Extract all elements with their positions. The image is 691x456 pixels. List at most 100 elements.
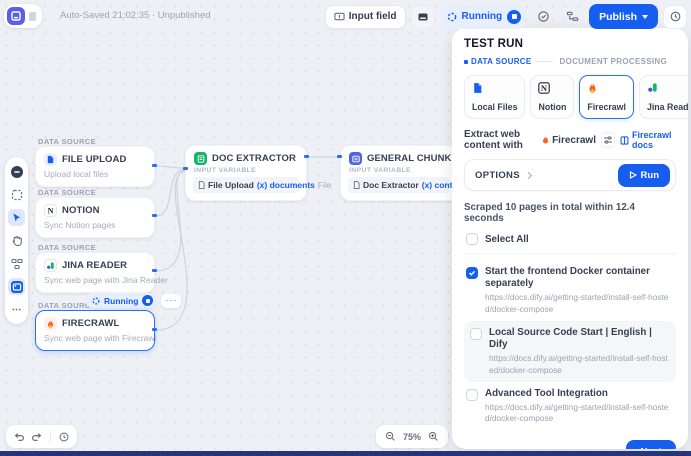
node-doc-extractor[interactable]: DOC EXTRACTOR INPUT VARIABLE File Upload… (185, 145, 307, 201)
app-switcher[interactable] (4, 4, 42, 28)
extract-header: Extract web content with Firecrawl Firec… (464, 129, 676, 151)
node-general-chunker[interactable]: GENERAL CHUNKER INPUT VARIABLE Doc Extra… (340, 145, 458, 201)
flame-icon (541, 135, 550, 145)
page-checkbox[interactable] (466, 267, 478, 279)
canvas-tool-rail (5, 157, 28, 324)
group-label-data-source: DATA SOURCE (38, 243, 96, 252)
add-block-button[interactable] (8, 163, 25, 180)
pointer-tool-button[interactable] (8, 209, 25, 226)
port-doc-extractor-in[interactable] (183, 167, 188, 170)
zoom-in-button[interactable] (425, 429, 441, 445)
stop-icon (146, 299, 150, 303)
node-jina-reader[interactable]: JINA READER Sync web page with Jina Read… (35, 252, 155, 293)
page-url: https://docs.dify.ai/getting-started/ins… (485, 402, 670, 424)
extract-title: Extract web content with Firecrawl (464, 129, 596, 151)
source-card-firecrawl[interactable]: Firecrawl (579, 75, 634, 119)
zoom-out-button[interactable] (383, 429, 399, 445)
redo-button[interactable] (29, 429, 45, 445)
change-history-button[interactable] (56, 429, 72, 445)
add-note-button[interactable] (8, 186, 25, 203)
node-firecrawl[interactable]: FIRECRAWL Sync web page with Firecrawl (35, 310, 155, 351)
data-source-cards: Local Files N Notion Firecrawl Jina Read… (464, 75, 676, 119)
scraped-page-row[interactable]: Start the frontend Docker container sepa… (464, 260, 676, 321)
panel-title: TEST RUN (464, 38, 676, 50)
page-url: https://docs.dify.ai/getting-started/ins… (485, 292, 670, 314)
source-card-local-files[interactable]: Local Files (464, 75, 525, 119)
extract-settings-button[interactable] (601, 132, 615, 148)
undo-button[interactable] (11, 429, 27, 445)
page-checkbox[interactable] (470, 328, 482, 340)
version-history-button[interactable] (663, 5, 687, 29)
book-icon (620, 136, 629, 145)
node-run-status: Running ··· (86, 293, 181, 308)
input-field-button[interactable]: Input field (325, 5, 406, 29)
doc-icon (353, 181, 360, 189)
variable-inspect-button[interactable] (411, 5, 435, 29)
page-title: Start the frontend Docker container sepa… (485, 266, 670, 290)
organize-blocks-button[interactable] (560, 5, 584, 29)
node-notion[interactable]: N NOTION Sync Notion pages (35, 197, 155, 238)
step-data-source[interactable]: DATA SOURCE (464, 57, 531, 66)
collapse-handle-icon[interactable] (29, 12, 36, 21)
node-subtitle: Sync Notion pages (36, 219, 154, 237)
preview-panel-button[interactable] (8, 278, 25, 295)
node-stop-button[interactable] (142, 295, 153, 306)
run-button[interactable]: Run (618, 164, 670, 187)
options-toggle[interactable]: OPTIONS (475, 170, 520, 181)
source-card-jina-reader[interactable]: Jina Reader (639, 75, 688, 119)
flame-icon (587, 82, 626, 94)
firecrawl-docs-link[interactable]: Firecrawl docs (620, 130, 676, 150)
chevron-right-icon (525, 171, 532, 178)
input-variable-label: INPUT VARIABLE (186, 167, 306, 175)
more-tools-button[interactable] (8, 301, 25, 318)
svg-text:N: N (48, 206, 54, 215)
port-doc-extractor-out[interactable] (304, 155, 309, 158)
file-upload-icon (44, 153, 57, 166)
node-title: JINA READER (62, 260, 127, 271)
select-all-row[interactable]: Select All (464, 233, 676, 254)
publish-button[interactable]: Publish (589, 4, 658, 29)
node-file-upload[interactable]: FILE UPLOAD Upload local files (35, 146, 155, 187)
port-file-upload-out[interactable] (152, 164, 157, 167)
notion-icon: N (538, 82, 566, 94)
run-status-group: Running (440, 5, 527, 29)
select-all-checkbox[interactable] (466, 233, 478, 245)
next-button[interactable]: Next (626, 440, 676, 449)
auto-layout-button[interactable] (8, 255, 25, 272)
scraped-page-row[interactable]: Advanced Tool Integration https://docs.d… (464, 382, 676, 431)
stop-run-button[interactable] (507, 10, 521, 24)
zoom-controls: 75% (376, 425, 448, 448)
port-notion-out[interactable] (152, 214, 157, 217)
options-section: OPTIONS Run (464, 159, 676, 191)
zoom-level[interactable]: 75% (403, 432, 421, 442)
running-status-label: Running (462, 11, 503, 22)
port-firecrawl-out[interactable] (152, 328, 157, 331)
spinner-icon (447, 12, 457, 22)
node-subtitle: Sync web page with Firecrawl (36, 332, 154, 350)
scrape-summary: Scraped 10 pages in total within 12.4 se… (464, 202, 676, 224)
check-icon (468, 269, 476, 277)
step-dot (464, 60, 468, 64)
node-running-chip: Running (86, 293, 157, 308)
node-more-button[interactable]: ··· (161, 294, 181, 308)
app-window: Auto-Saved 21:02:35 · Unpublished Input … (0, 0, 691, 456)
checklist-button[interactable] (531, 5, 555, 29)
node-running-label: Running (104, 296, 138, 306)
stop-icon (512, 14, 517, 19)
page-url: https://docs.dify.ai/getting-started/ins… (489, 353, 670, 375)
node-title: FIRECRAWL (62, 318, 119, 329)
scraped-page-row[interactable]: Local Source Code Start | English | Dify… (464, 321, 676, 382)
group-label-data-source: DATA SOURCE (38, 188, 96, 197)
source-card-notion[interactable]: N Notion (530, 75, 574, 119)
hand-tool-button[interactable] (8, 232, 25, 249)
page-title: Advanced Tool Integration (485, 388, 670, 400)
autosave-status: Auto-Saved 21:02:35 · Unpublished (60, 10, 211, 21)
file-icon (198, 181, 205, 189)
node-title: NOTION (62, 205, 100, 216)
port-jina-out[interactable] (152, 269, 157, 272)
input-variable-label: INPUT VARIABLE (341, 167, 457, 175)
port-general-chunker-in[interactable] (337, 155, 342, 158)
variable-source: File Upload (208, 180, 254, 190)
flame-icon (44, 317, 57, 330)
page-checkbox[interactable] (466, 389, 478, 401)
